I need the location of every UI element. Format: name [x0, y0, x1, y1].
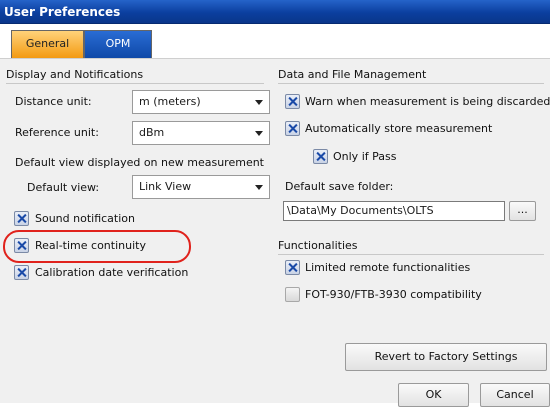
browse-button[interactable]: ... — [509, 201, 536, 221]
warn-discard-checkbox[interactable] — [285, 94, 300, 109]
limited-remote-checkbox[interactable] — [285, 260, 300, 275]
chevron-down-icon — [255, 185, 263, 190]
reference-unit-value: dBm — [139, 126, 165, 139]
only-if-pass-checkbox[interactable] — [313, 149, 328, 164]
chevron-down-icon — [255, 131, 263, 136]
ok-button[interactable]: OK — [398, 383, 469, 407]
distance-unit-value: m (meters) — [139, 95, 201, 108]
window-title: User Preferences — [0, 0, 550, 24]
sound-notification-label: Sound notification — [35, 212, 135, 225]
calibration-date-label: Calibration date verification — [35, 266, 189, 279]
reference-unit-label: Reference unit: — [15, 126, 99, 139]
calibration-date-checkbox[interactable] — [14, 265, 29, 280]
data-group-title: Data and File Management — [278, 68, 427, 81]
limited-remote-label: Limited remote functionalities — [305, 261, 471, 274]
save-folder-field[interactable]: \Data\My Documents\OLTS — [283, 201, 505, 221]
only-if-pass-label: Only if Pass — [333, 150, 397, 163]
auto-store-label: Automatically store measurement — [305, 122, 493, 135]
reference-unit-select[interactable]: dBm — [132, 121, 270, 145]
functionalities-group-divider — [278, 254, 544, 255]
warn-discard-label: Warn when measurement is being discarded — [305, 95, 550, 108]
functionalities-group-title: Functionalities — [278, 239, 358, 252]
tab-opm[interactable]: OPM — [84, 30, 152, 58]
distance-unit-select[interactable]: m (meters) — [132, 90, 270, 114]
display-group-divider — [6, 83, 264, 84]
display-group-title: Display and Notifications — [6, 68, 144, 81]
revert-factory-button[interactable]: Revert to Factory Settings — [345, 343, 547, 371]
save-folder-label: Default save folder: — [285, 180, 394, 193]
default-view-label: Default view: — [27, 181, 100, 194]
highlight-circle — [3, 230, 191, 263]
distance-unit-label: Distance unit: — [15, 95, 92, 108]
data-group-divider — [278, 83, 544, 84]
fot-compat-label: FOT-930/FTB-3930 compatibility — [305, 288, 482, 301]
default-view-heading: Default view displayed on new measuremen… — [15, 156, 264, 169]
default-view-value: Link View — [139, 180, 192, 193]
cancel-button[interactable]: Cancel — [480, 383, 550, 407]
chevron-down-icon — [255, 100, 263, 105]
fot-compat-checkbox[interactable] — [285, 287, 300, 302]
sound-notification-checkbox[interactable] — [14, 211, 29, 226]
default-view-select[interactable]: Link View — [132, 175, 270, 199]
tab-general[interactable]: General — [11, 30, 84, 58]
auto-store-checkbox[interactable] — [285, 121, 300, 136]
